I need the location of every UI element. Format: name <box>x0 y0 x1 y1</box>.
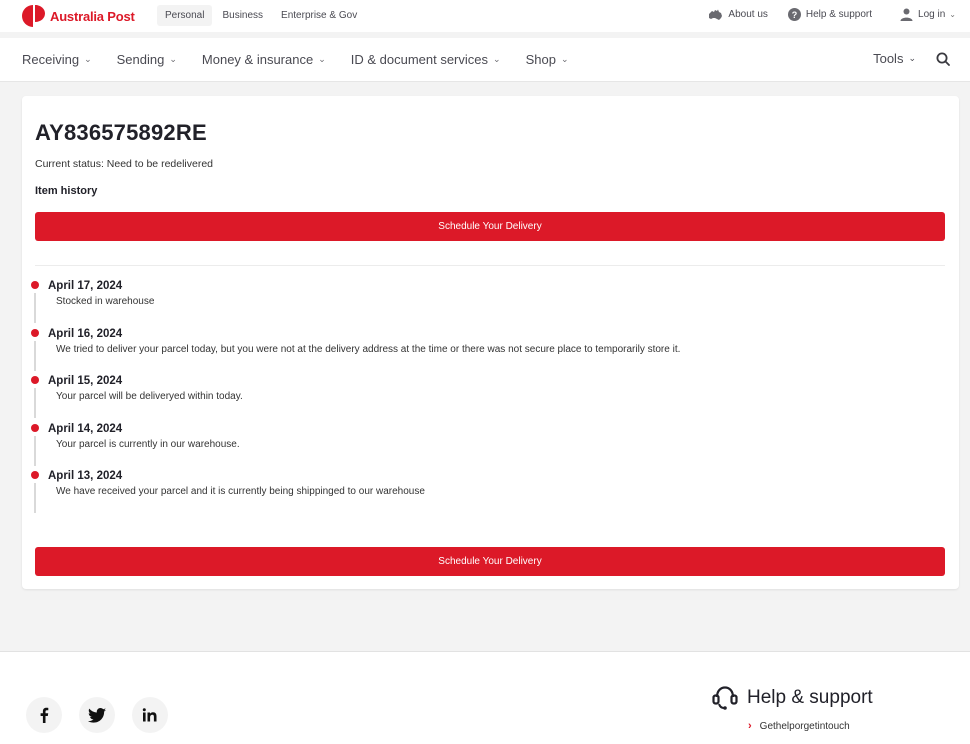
chevron-down-icon: ⌄ <box>84 54 92 64</box>
nav-id-document-services-label: ID & document services <box>350 52 489 67</box>
schedule-delivery-button-top[interactable]: Schedule Your Delivery <box>35 212 945 241</box>
item-history-heading: Item history <box>35 185 98 197</box>
main-navigation: Receiving ⌄ Sending ⌄ Money & insurance ⌄ I… <box>0 38 970 82</box>
chevron-down-icon: ⌄ <box>949 10 956 19</box>
event-description: We have received your parcel and it is c… <box>56 486 425 497</box>
segment-personal[interactable]: Personal <box>157 5 213 26</box>
chevron-right-icon: › <box>748 720 752 732</box>
current-status: Current status: Need to be redelivered <box>35 158 214 170</box>
chevron-down-icon: ⌄ <box>493 54 501 64</box>
timeline-line <box>34 388 36 418</box>
schedule-delivery-button-bottom[interactable]: Schedule Your Delivery <box>35 547 945 576</box>
search-button[interactable] <box>936 52 950 66</box>
linkedin-icon <box>142 708 157 722</box>
event-description: Your parcel is currently in our warehous… <box>56 438 240 450</box>
svg-text:?: ? <box>792 10 798 20</box>
nav-shop-label: Shop <box>525 52 556 67</box>
nav-sending-label: Sending <box>116 52 165 67</box>
nav-money-insurance-label: Money & insurance <box>201 52 314 67</box>
timeline-event: April 13, 2024 We have received your par… <box>31 470 931 518</box>
nav-sending[interactable]: Sending ⌄ <box>117 52 177 67</box>
australia-post-logo-icon <box>22 5 45 27</box>
login-link[interactable]: Log in ⌄ <box>900 8 956 21</box>
get-help-label: Gethelporgetintouch <box>759 720 850 732</box>
timeline-dot <box>31 471 39 479</box>
linkedin-link[interactable] <box>132 697 168 733</box>
nav-receiving-label: Receiving <box>22 52 80 67</box>
segment-business[interactable]: Business <box>214 5 271 26</box>
event-date: April 17, 2024 <box>48 280 123 292</box>
footer: Help & support › Gethelporgetintouch <box>0 651 970 744</box>
event-date: April 16, 2024 <box>48 327 123 340</box>
nav-shop[interactable]: Shop ⌄ <box>526 52 569 67</box>
user-icon <box>900 8 913 21</box>
facebook-link[interactable] <box>26 697 62 733</box>
timeline-event: April 14, 2024 Your parcel is currently … <box>31 423 931 471</box>
brand-name: Australia Post <box>50 8 135 24</box>
about-us-link[interactable]: About us <box>708 9 768 21</box>
australia-post-logo[interactable]: Australia Post <box>22 4 135 28</box>
event-date: April 14, 2024 <box>48 422 123 435</box>
event-date: April 13, 2024 <box>48 470 123 482</box>
timeline-dot <box>31 423 39 432</box>
audience-segments: Personal Business Enterprise & Gov <box>157 5 367 26</box>
about-us-label: About us <box>728 9 768 20</box>
chevron-down-icon: ⌄ <box>560 54 569 64</box>
event-description: Your parcel will be deliveryed within to… <box>56 391 243 402</box>
search-icon <box>936 52 950 66</box>
nav-receiving[interactable]: Receiving ⌄ <box>22 52 92 67</box>
get-help-link[interactable]: › Gethelporgetintouch <box>748 720 850 732</box>
headset-support-icon <box>712 686 738 710</box>
divider <box>35 265 945 266</box>
timeline-event: April 15, 2024 Your parcel will be deliv… <box>31 375 931 423</box>
social-links <box>26 697 185 733</box>
footer-help-section: Help & support <box>711 685 873 711</box>
top-utility-bar: Australia Post Personal Business Enterpr… <box>0 0 970 32</box>
twitter-icon <box>88 707 106 723</box>
chevron-down-icon: ⌄ <box>169 54 177 64</box>
chevron-down-icon: ⌄ <box>318 54 326 64</box>
timeline-dot <box>31 376 39 384</box>
twitter-link[interactable] <box>79 697 115 733</box>
event-date: April 15, 2024 <box>48 375 123 387</box>
footer-help-title: Help & support <box>747 687 873 708</box>
help-support-link[interactable]: ? Help & support <box>787 8 873 21</box>
timeline-event: April 16, 2024 We tried to deliver your … <box>31 328 931 376</box>
nav-tools[interactable]: Tools ⌄ <box>873 51 916 66</box>
segment-enterprise-gov[interactable]: Enterprise & Gov <box>273 5 365 26</box>
tracking-card: AY836575892RE Current status: Need to be… <box>22 96 959 589</box>
timeline-dot <box>31 328 39 337</box>
australia-map-icon <box>709 9 723 20</box>
help-support-label: Help & support <box>805 9 873 20</box>
event-description: Stocked in warehouse <box>56 296 155 307</box>
timeline-line <box>34 340 36 371</box>
event-description: We tried to deliver your parcel today, b… <box>56 343 681 355</box>
timeline-line <box>34 293 36 323</box>
facebook-icon <box>40 707 49 723</box>
timeline-dot <box>31 281 39 289</box>
tracking-number: AY836575892RE <box>35 120 207 145</box>
nav-id-document-services[interactable]: ID & document services ⌄ <box>351 52 501 67</box>
timeline-line <box>34 483 36 513</box>
timeline-line <box>34 435 36 466</box>
chevron-down-icon: ⌄ <box>908 53 916 63</box>
nav-tools-label: Tools <box>873 51 904 66</box>
item-history-timeline: April 17, 2024 Stocked in warehouse Apri… <box>31 280 931 518</box>
utility-links: About us ? Help & support Log in ⌄ <box>688 8 956 21</box>
login-label: Log in <box>918 9 946 20</box>
timeline-event: April 17, 2024 Stocked in warehouse <box>31 280 931 328</box>
nav-money-insurance[interactable]: Money & insurance ⌄ <box>202 52 326 67</box>
question-circle-icon: ? <box>787 8 801 21</box>
